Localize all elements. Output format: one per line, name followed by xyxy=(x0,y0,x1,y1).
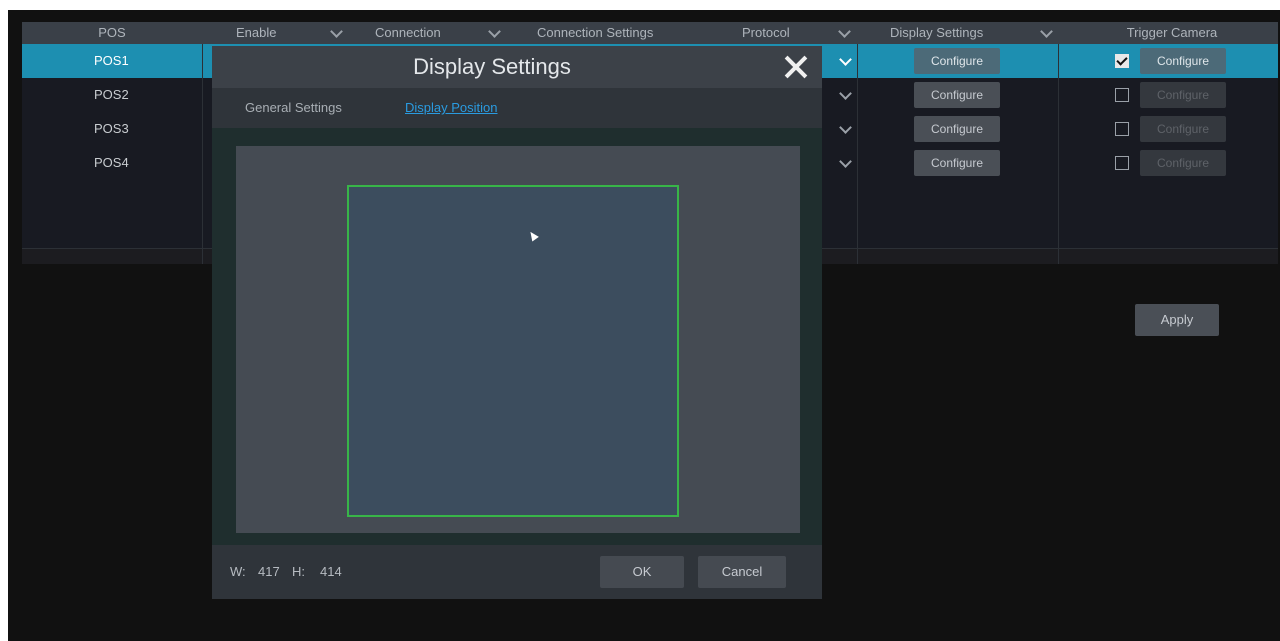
chevron-down-icon[interactable] xyxy=(839,87,852,100)
ok-button[interactable]: OK xyxy=(600,556,684,588)
checkbox-icon[interactable] xyxy=(1115,156,1129,170)
close-icon[interactable] xyxy=(784,55,808,79)
dialog-tabs: General Settings Display Position xyxy=(212,88,822,128)
header-pos: POS xyxy=(98,25,126,40)
chevron-down-icon[interactable] xyxy=(839,53,852,66)
header-protocol: Protocol xyxy=(742,25,790,40)
header-enable: Enable xyxy=(236,25,277,40)
display-configure-button[interactable]: Configure xyxy=(914,150,1000,176)
chevron-down-icon[interactable] xyxy=(839,155,852,168)
pos-name: POS4 xyxy=(94,155,129,170)
cancel-button[interactable]: Cancel xyxy=(698,556,786,588)
chevron-down-icon[interactable] xyxy=(839,121,852,134)
pos-name: POS1 xyxy=(94,53,129,68)
width-value: 417 xyxy=(258,564,280,579)
pos-name: POS2 xyxy=(94,87,129,102)
position-canvas-area xyxy=(212,128,822,545)
checkbox-icon[interactable] xyxy=(1115,88,1129,102)
dialog-title: Display Settings xyxy=(413,54,571,79)
cursor-icon xyxy=(527,229,539,242)
header-trigger-camera: Trigger Camera xyxy=(1126,25,1218,40)
chevron-down-icon[interactable] xyxy=(488,25,501,38)
column-divider xyxy=(1058,44,1059,264)
tab-general-settings[interactable]: General Settings xyxy=(245,88,342,128)
position-canvas[interactable] xyxy=(236,146,800,533)
display-configure-button[interactable]: Configure xyxy=(914,48,1000,74)
trigger-configure-button[interactable]: Configure xyxy=(1140,48,1226,74)
height-value: 414 xyxy=(320,564,342,579)
header-connection-settings: Connection Settings xyxy=(537,25,654,40)
column-divider xyxy=(857,44,858,264)
tab-display-position[interactable]: Display Position xyxy=(405,88,498,128)
trigger-configure-button: Configure xyxy=(1140,82,1226,108)
checkbox-icon[interactable] xyxy=(1115,54,1129,68)
height-label: H: xyxy=(292,564,305,579)
chevron-down-icon[interactable] xyxy=(838,25,851,38)
chevron-down-icon[interactable] xyxy=(330,25,343,38)
dialog-footer: W: 417 H: 414 OK Cancel xyxy=(212,545,822,599)
display-configure-button[interactable]: Configure xyxy=(914,116,1000,142)
column-divider xyxy=(202,44,203,264)
screen: POS Enable Connection Connection Setting… xyxy=(8,10,1280,641)
header-connection: Connection xyxy=(375,25,441,40)
display-configure-button[interactable]: Configure xyxy=(914,82,1000,108)
trigger-configure-button: Configure xyxy=(1140,116,1226,142)
display-position-box[interactable] xyxy=(347,185,679,517)
dialog-header: Display Settings xyxy=(212,46,822,88)
table-header: POS Enable Connection Connection Setting… xyxy=(22,22,1278,44)
header-display-settings: Display Settings xyxy=(890,25,984,40)
chevron-down-icon[interactable] xyxy=(1040,25,1053,38)
width-label: W: xyxy=(230,564,246,579)
display-settings-dialog: Display Settings General Settings Displa… xyxy=(212,46,822,599)
apply-button[interactable]: Apply xyxy=(1135,304,1219,336)
pos-name: POS3 xyxy=(94,121,129,136)
checkbox-icon[interactable] xyxy=(1115,122,1129,136)
trigger-configure-button: Configure xyxy=(1140,150,1226,176)
